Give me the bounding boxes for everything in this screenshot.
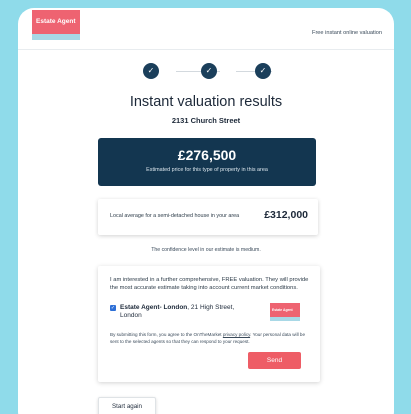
estimated-price: £276,500 — [177, 147, 237, 163]
send-button[interactable]: Send — [248, 352, 301, 369]
legal-prefix: By submitting this form, you agree to th… — [110, 332, 223, 337]
property-address: 2131 Church Street — [171, 116, 241, 125]
local-average-value: £312,000 — [264, 209, 308, 221]
check-icon: ✓ — [143, 63, 159, 79]
legal-text: By submitting this form, you agree to th… — [110, 331, 314, 345]
start-again-button[interactable]: Start again — [98, 397, 156, 414]
interest-text: I am interested in a further comprehensi… — [110, 277, 309, 292]
agent-name: Estate Agent- London — [120, 304, 188, 311]
valuation-request-form: I am interested in a further comprehensi… — [98, 266, 320, 382]
estimate-caption: Estimated price for this type of propert… — [146, 167, 268, 173]
agent-logo-text: Estate Agent — [272, 308, 293, 312]
check-icon: ✓ — [201, 63, 217, 79]
estimate-panel: £276,500 Estimated price for this type o… — [98, 138, 316, 186]
check-icon: ✓ — [255, 63, 271, 79]
local-average-label: Local average for a semi-detached house … — [110, 213, 240, 219]
agent-details: Estate Agent- London, 21 High Street, Lo… — [120, 304, 250, 320]
valuation-card: Estate Agent Free instant online valuati… — [18, 8, 394, 414]
estate-agent-logo[interactable]: Estate Agent — [32, 10, 80, 40]
agent-checkbox[interactable]: ✓ — [110, 305, 116, 311]
confidence-note: The confidence level in our estimate is … — [151, 247, 261, 253]
progress-steps: ✓ ✓ ✓ — [18, 63, 394, 79]
local-average-panel: Local average for a semi-detached house … — [98, 199, 318, 235]
logo-text: Estate Agent — [36, 18, 76, 25]
agent-logo: Estate Agent — [270, 303, 300, 321]
page-title: Instant valuation results — [129, 94, 283, 110]
privacy-policy-link[interactable]: privacy policy — [223, 332, 250, 337]
free-valuation-link[interactable]: Free instant online valuation — [312, 30, 382, 36]
header: Estate Agent Free instant online valuati… — [18, 8, 394, 50]
